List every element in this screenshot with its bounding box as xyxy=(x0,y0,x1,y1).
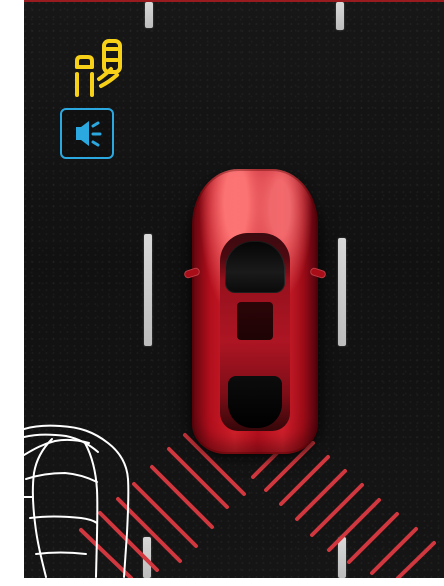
lane-marking xyxy=(144,234,152,346)
lane-marking xyxy=(336,2,344,30)
lane-marking xyxy=(338,238,346,346)
road-view xyxy=(24,0,444,578)
approaching-vehicle-outline xyxy=(24,424,130,578)
vehicle-sunroof xyxy=(237,302,273,340)
lane-marking xyxy=(338,537,346,578)
speaker-alert-box xyxy=(60,108,114,159)
lane-marking xyxy=(145,2,153,28)
speaker-icon xyxy=(76,121,102,147)
vehicle-rear-window xyxy=(228,376,282,428)
vehicle-windshield xyxy=(225,241,285,293)
blind-spot-monitor-screen xyxy=(0,0,444,586)
blind-spot-monitoring-icon xyxy=(53,39,123,99)
host-vehicle xyxy=(178,169,332,463)
